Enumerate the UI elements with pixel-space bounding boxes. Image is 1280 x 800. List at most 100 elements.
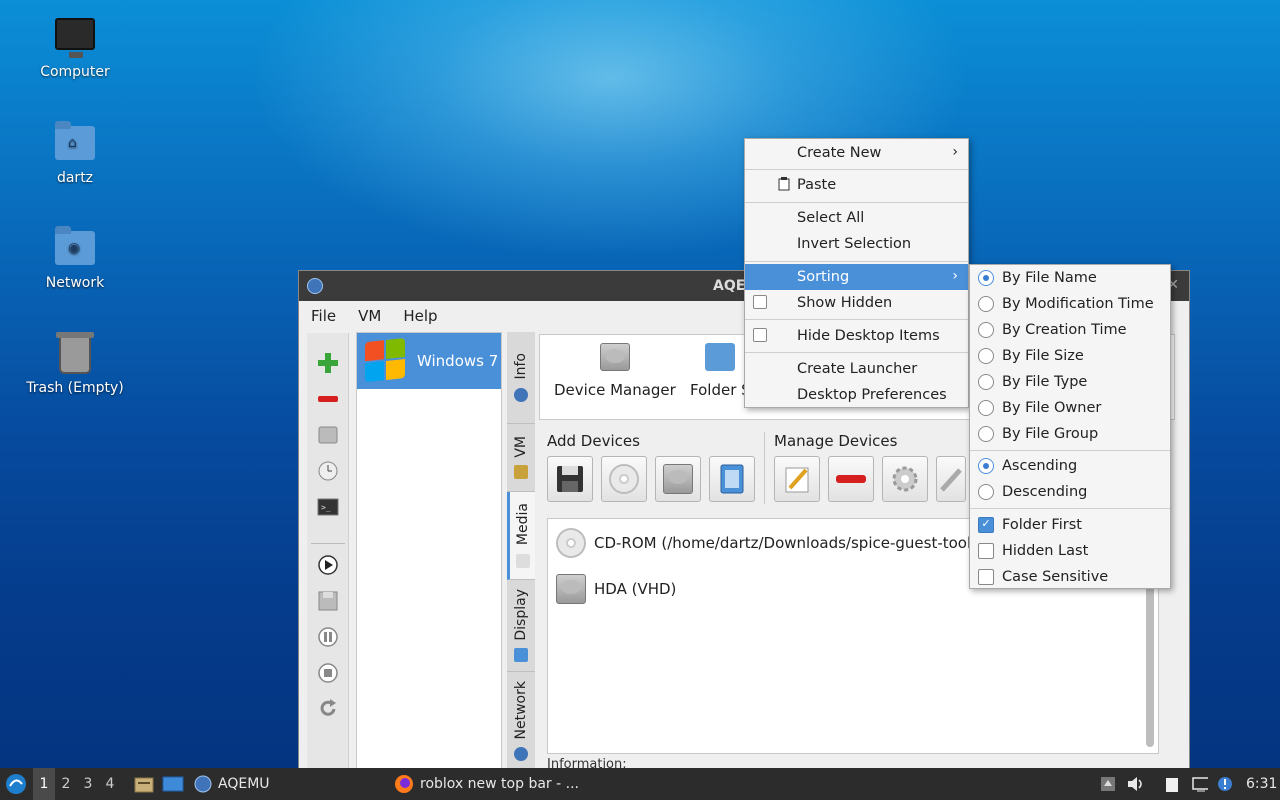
save-vm-button[interactable] [316, 589, 340, 613]
checkbox[interactable] [978, 569, 994, 585]
snapshot-button[interactable] [316, 459, 340, 483]
radio[interactable] [978, 322, 994, 338]
radio[interactable] [978, 426, 994, 442]
tab-info[interactable]: Info [507, 332, 535, 424]
desktop-icon-trash[interactable]: Trash (Empty) [20, 332, 130, 396]
menu-item-select-all[interactable]: Select All [745, 205, 968, 231]
tray-updates[interactable] [1100, 768, 1116, 800]
reset-vm-button[interactable] [316, 697, 340, 721]
add-floppy-button[interactable] [547, 456, 593, 502]
tray-network[interactable] [1192, 768, 1208, 800]
clipboard-icon [778, 177, 790, 191]
vm-list-item[interactable]: Windows 7 [357, 333, 501, 389]
menu-item-create-launcher[interactable]: Create Launcher [745, 356, 968, 382]
sort-folder-first[interactable]: ✓ Folder First [970, 512, 1170, 538]
eject-icon [1101, 777, 1115, 791]
network-folder-icon: ◉ [55, 226, 95, 265]
device-row[interactable]: HDA (VHD) [556, 573, 676, 605]
radio[interactable] [978, 400, 994, 416]
show-hidden-checkbox[interactable] [753, 295, 767, 309]
terminal-button[interactable]: >_ [316, 495, 340, 519]
menu-vm[interactable]: VM [358, 307, 381, 325]
folder-sharing-button[interactable]: Folder S [690, 343, 751, 399]
tab-vm[interactable]: VM [507, 424, 535, 492]
remove-vm-button[interactable] [316, 387, 340, 411]
workspace-3[interactable]: 3 [77, 768, 99, 800]
start-vm-button[interactable] [316, 553, 340, 577]
add-cdrom-button[interactable] [601, 456, 647, 502]
menu-item-create-new[interactable]: Create New › [745, 140, 968, 166]
start-menu-button[interactable] [4, 768, 28, 800]
radio[interactable] [978, 296, 994, 312]
sort-descending[interactable]: Descending [970, 479, 1170, 505]
edit-device-button[interactable] [774, 456, 820, 502]
sort-by-creation-time[interactable]: By Creation Time [970, 317, 1170, 343]
minus-icon [318, 396, 338, 402]
hide-desktop-items-checkbox[interactable] [753, 328, 767, 342]
tools-tab-icon [514, 465, 528, 480]
stop-icon [318, 663, 338, 683]
file-manager-launcher[interactable] [134, 768, 154, 800]
disk-icon [318, 426, 338, 444]
menu-separator [745, 169, 968, 170]
sort-by-file-name[interactable]: By File Name [970, 265, 1170, 291]
menu-item-paste[interactable]: Paste [745, 172, 968, 198]
checkbox[interactable] [978, 543, 994, 559]
checkbox-checked[interactable]: ✓ [978, 517, 994, 533]
radio[interactable] [978, 374, 994, 390]
play-icon [318, 555, 338, 575]
tool-icon [940, 468, 962, 492]
show-desktop-button[interactable] [162, 768, 184, 800]
task-aqemu[interactable]: AQEMU [194, 768, 270, 800]
add-vm-button[interactable] [316, 351, 340, 375]
task-firefox[interactable]: roblox new top bar - ... [394, 768, 579, 800]
device-manager-button[interactable]: Device Manager [554, 343, 676, 399]
terminal-icon: >_ [317, 498, 339, 516]
workspace-4[interactable]: 4 [99, 768, 121, 800]
tab-display[interactable]: Display [507, 580, 535, 672]
sort-by-modification-time[interactable]: By Modification Time [970, 291, 1170, 317]
desktop-icon-computer[interactable]: Computer [20, 18, 130, 80]
vm-settings-button[interactable] [316, 423, 340, 447]
clock[interactable]: 6:31 [1246, 768, 1277, 800]
add-storage-button[interactable] [709, 456, 755, 502]
tab-network[interactable]: Network [507, 672, 535, 770]
display-tab-icon [514, 648, 528, 663]
menu-item-hide-desktop-items[interactable]: Hide Desktop Items [745, 323, 968, 349]
radio-selected[interactable] [978, 270, 994, 286]
tray-clipboard[interactable] [1164, 768, 1180, 800]
more-devices-button[interactable] [936, 456, 966, 502]
device-row[interactable]: CD-ROM (/home/dartz/Downloads/spice-gues… [556, 527, 1008, 559]
stop-vm-button[interactable] [316, 661, 340, 685]
radio[interactable] [978, 484, 994, 500]
tab-media[interactable]: Media [507, 492, 535, 580]
cdrom-icon [556, 528, 586, 558]
sort-by-file-type[interactable]: By File Type [970, 369, 1170, 395]
sort-case-sensitive[interactable]: Case Sensitive [970, 564, 1170, 590]
pause-vm-button[interactable] [316, 625, 340, 649]
radio[interactable] [978, 348, 994, 364]
sort-hidden-last[interactable]: Hidden Last [970, 538, 1170, 564]
menu-file[interactable]: File [311, 307, 336, 325]
radio-selected[interactable] [978, 458, 994, 474]
tray-notification[interactable] [1217, 768, 1233, 800]
desktop-icon-home[interactable]: ⌂ dartz [20, 121, 130, 186]
menu-item-invert-selection[interactable]: Invert Selection [745, 231, 968, 257]
menu-item-desktop-preferences[interactable]: Desktop Preferences [745, 382, 968, 408]
desktop-icon-label: dartz [56, 170, 94, 186]
desktop-icon-network[interactable]: ◉ Network [20, 226, 130, 291]
remove-device-button[interactable] [828, 456, 874, 502]
sort-ascending[interactable]: Ascending [970, 453, 1170, 479]
tray-volume[interactable] [1127, 768, 1143, 800]
sort-by-file-size[interactable]: By File Size [970, 343, 1170, 369]
menu-item-show-hidden[interactable]: Show Hidden [745, 290, 968, 316]
sort-by-file-group[interactable]: By File Group [970, 421, 1170, 447]
workspace-2[interactable]: 2 [55, 768, 77, 800]
lubuntu-logo-icon [6, 774, 26, 794]
workspace-1[interactable]: 1 [33, 768, 55, 800]
menu-help[interactable]: Help [403, 307, 437, 325]
device-properties-button[interactable] [882, 456, 928, 502]
add-hdd-button[interactable] [655, 456, 701, 502]
menu-item-sorting[interactable]: Sorting › [745, 264, 968, 290]
sort-by-file-owner[interactable]: By File Owner [970, 395, 1170, 421]
